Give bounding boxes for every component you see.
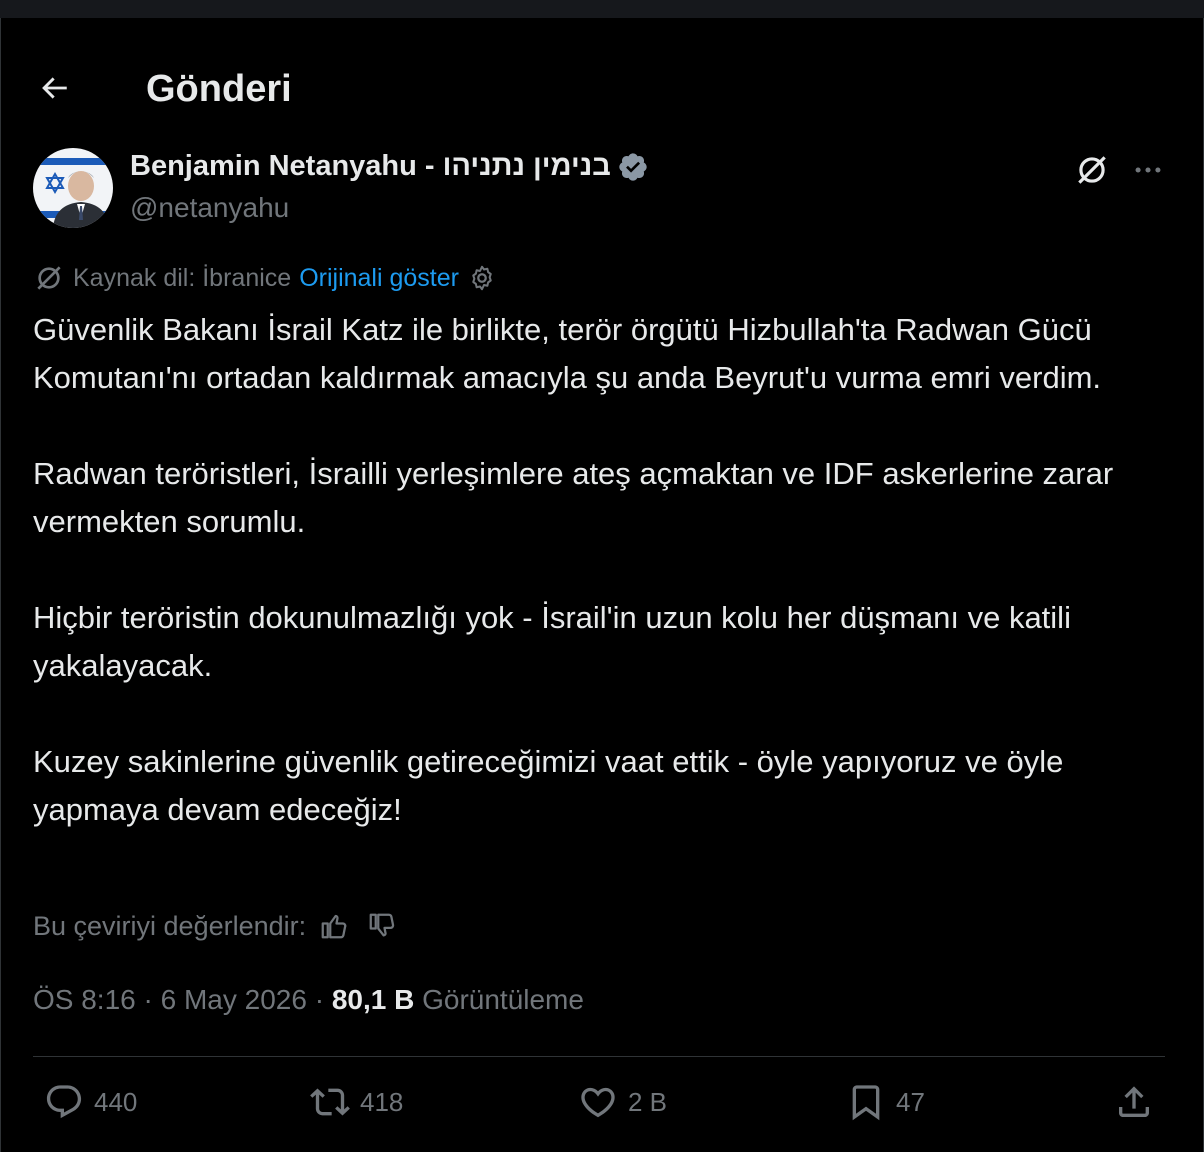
thumbs-up-icon [321,914,347,939]
bookmark-button[interactable]: 47 [846,1082,925,1122]
reply-count: 440 [94,1086,138,1117]
page-header: Gönderi [0,18,1204,124]
repost-button[interactable]: 418 [310,1082,403,1122]
more-horizontal-icon [1135,167,1161,173]
author-name: Benjamin Netanyahu - בנימין נתניהו [130,150,611,182]
thumbs-down-icon [369,913,395,937]
more-options-button[interactable] [1126,150,1170,190]
repost-icon [310,1088,350,1116]
views-count: 80,1 B [331,984,415,1015]
source-language-label: Kaynak dil: İbranice [73,263,292,292]
reply-button[interactable]: 440 [44,1082,137,1122]
share-button[interactable] [1114,1082,1154,1122]
tweet-paragraph: Güvenlik Bakanı İsrail Katz ile birlikte… [33,312,1102,395]
tweet-timestamp[interactable]: ÖS 8:16 · 6 May 2026 · [33,984,332,1015]
repost-count: 418 [360,1086,404,1117]
bookmark-icon [852,1085,880,1121]
grok-button[interactable] [1070,148,1114,192]
show-original-link[interactable]: Orijinali göster [299,264,459,293]
thumbs-up-button[interactable] [314,906,354,946]
tweet-meta: ÖS 8:16 · 6 May 2026 · 80,1 B Görüntülem… [33,984,584,1016]
tweet-paragraph: Radwan teröristleri, İsrailli yerleşimle… [33,456,1114,539]
bookmark-count: 47 [896,1086,925,1117]
avatar-image [33,148,113,228]
like-button[interactable]: 2 B [578,1082,667,1122]
like-count: 2 B [628,1086,668,1117]
page-title: Gönderi [146,68,292,110]
share-icon [1119,1086,1149,1117]
translation-info-row: Kaynak dil: İbranice Orijinali göster [33,262,497,294]
avatar[interactable] [33,148,113,228]
verified-badge-icon [619,152,647,181]
grok-translate-icon [37,266,61,290]
grok-icon [1078,156,1106,184]
window-top-strip [0,0,1204,18]
tweet-paragraph: Kuzey sakinlerine güvenlik getireceğimiz… [33,744,1064,827]
reply-icon [46,1085,82,1119]
tweet-text: Güvenlik Bakanı İsrail Katz ile birlikte… [33,306,1173,834]
rate-translation-row: Bu çeviriyi değerlendir: [33,906,402,946]
back-button[interactable] [32,66,76,110]
tweet-paragraph: Hiçbir teröristin dokunulmazlığı yok - İ… [33,600,1071,683]
author-name-row[interactable]: Benjamin Netanyahu - בנימין נתניהו [130,150,649,183]
heart-icon [581,1087,615,1118]
author-handle[interactable]: @netanyahu [130,192,289,224]
views-label: Görüntüleme [414,984,584,1015]
settings-gear-icon[interactable] [467,263,497,293]
rate-translation-label: Bu çeviriyi değerlendir: [33,910,307,941]
thumbs-down-button[interactable] [362,906,402,946]
divider [33,1056,1165,1057]
arrow-left-icon [42,77,67,99]
